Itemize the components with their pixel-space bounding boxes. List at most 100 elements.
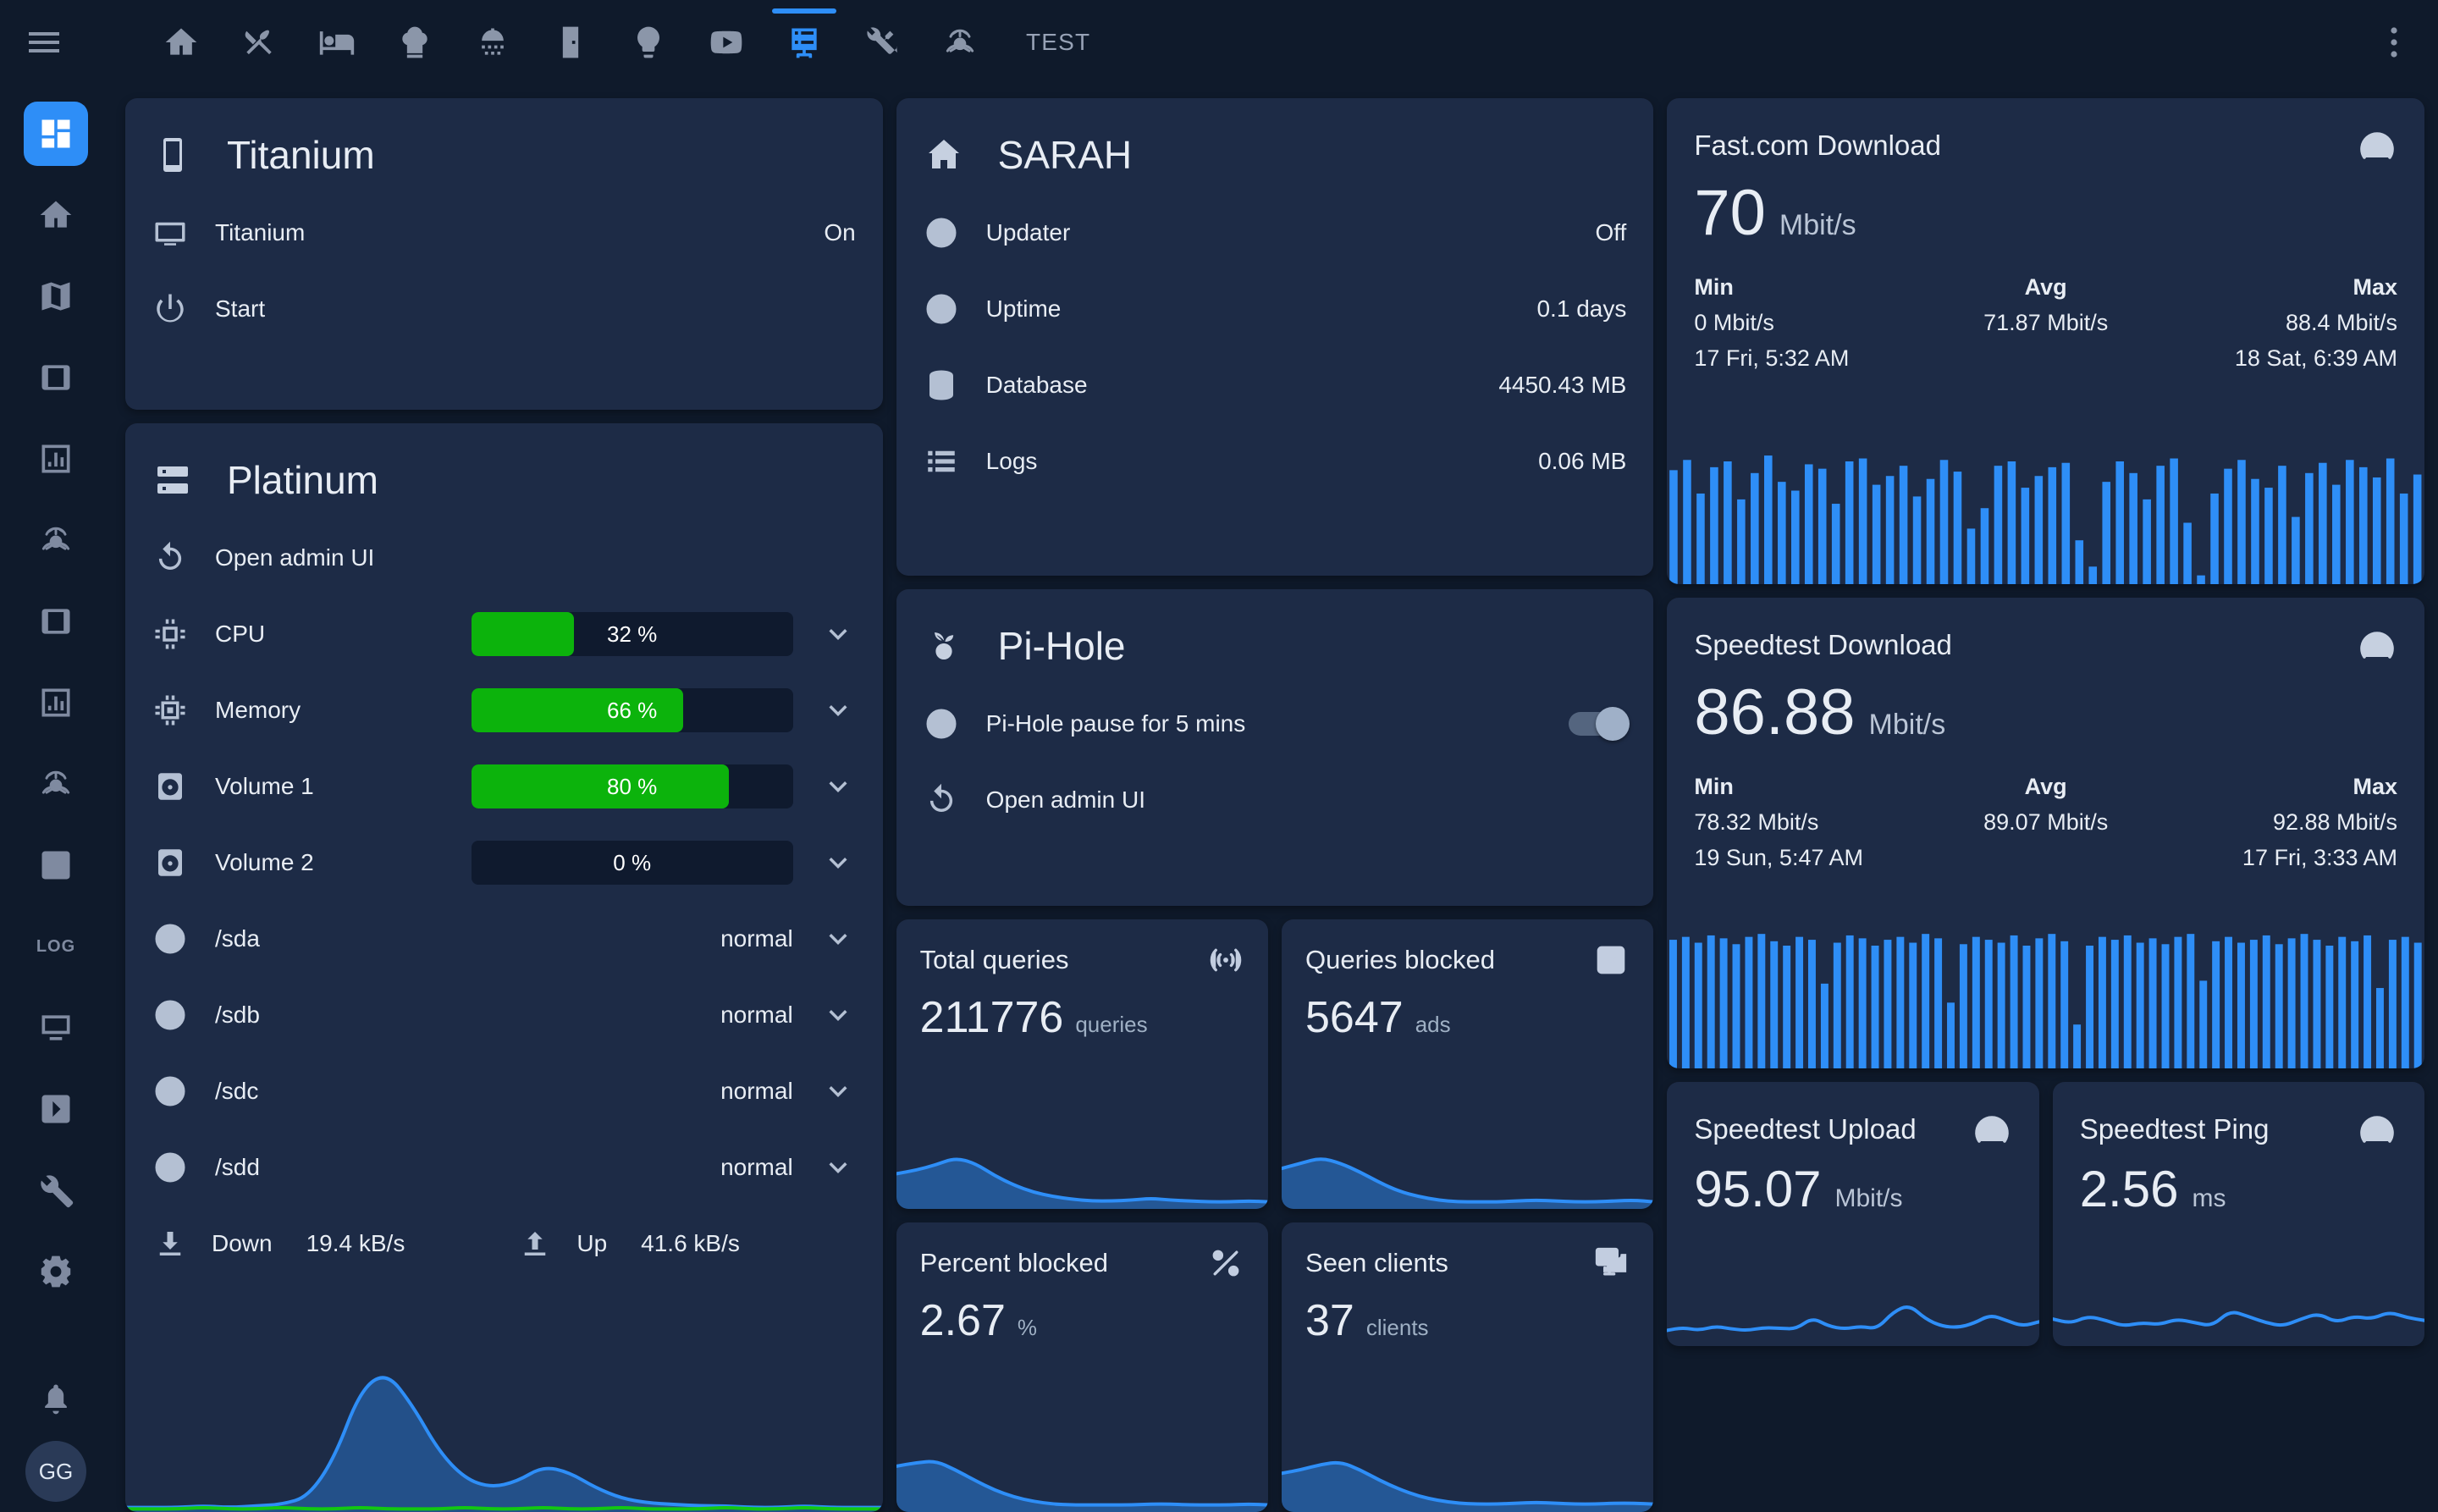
row-disk-sdd[interactable]: /sdd normal [125, 1129, 883, 1206]
sidebar-item-tablet[interactable] [24, 345, 88, 410]
tab-door[interactable] [532, 0, 610, 85]
chevron-down-icon[interactable] [820, 769, 856, 804]
chevron-down-icon[interactable] [820, 845, 856, 880]
sidebar-item-stats-2[interactable] [24, 670, 88, 735]
card-queries-blocked[interactable]: Queries blocked 5647 ads [1282, 919, 1653, 1209]
biohazard-icon [941, 24, 979, 61]
row-label: Updater [986, 219, 1569, 246]
sidebar-item-dashboard[interactable] [24, 102, 88, 166]
chevron-down-icon[interactable] [820, 616, 856, 652]
speed-header: Speedtest Download [1667, 598, 2424, 665]
network-up[interactable]: Up 41.6 kB/s [517, 1226, 855, 1261]
row-disk-sdc[interactable]: /sdc normal [125, 1053, 883, 1129]
sidebar-item-terminal[interactable] [24, 1077, 88, 1141]
tab-cooking[interactable] [376, 0, 454, 85]
stat-header: Percent blocked [896, 1222, 1268, 1282]
row-value: Off [1596, 219, 1627, 246]
menu-icon[interactable] [24, 22, 64, 63]
tab-kitchen[interactable] [220, 0, 298, 85]
sidebar-item-config[interactable] [24, 1158, 88, 1222]
tab-home[interactable] [142, 0, 220, 85]
card-title: Platinum [227, 457, 378, 503]
sidebar-item-tablet-2[interactable] [24, 589, 88, 654]
card-total-queries[interactable]: Total queries 211776 queries [896, 919, 1268, 1209]
row-label: Open admin UI [986, 786, 1627, 814]
tab-test[interactable]: TEST [999, 0, 1117, 85]
tab-bathroom[interactable] [454, 0, 532, 85]
row-value[interactable]: On [824, 219, 855, 246]
tab-media[interactable] [687, 0, 765, 85]
sidebar-item-biohazard-2[interactable] [24, 752, 88, 816]
row-label: /sdc [215, 1078, 693, 1105]
card-seen-clients[interactable]: Seen clients 37 clients [1282, 1222, 1653, 1512]
row-memory[interactable]: Memory 66 % [125, 672, 883, 748]
stat-title: Total queries [920, 945, 1069, 975]
sidebar-item-c[interactable] [24, 833, 88, 897]
row-titanium-switch[interactable]: Titanium On [125, 195, 883, 271]
card-speedtest-download[interactable]: Speedtest Download 86.88 Mbit/s Min 78.3… [1667, 598, 2424, 1068]
row-open-admin-ui[interactable]: Open admin UI [125, 520, 883, 596]
bell-icon[interactable] [37, 1380, 74, 1417]
row-disk-sda[interactable]: /sda normal [125, 901, 883, 977]
card-fastcom-download[interactable]: Fast.com Download 70 Mbit/s Min 0 Mbit/s… [1667, 98, 2424, 584]
tab-tools[interactable] [843, 0, 921, 85]
sidebar-item-settings[interactable] [24, 1239, 88, 1304]
chevron-down-icon[interactable] [820, 921, 856, 957]
card-speedtest-ping[interactable]: Speedtest Ping 2.56 ms [2053, 1082, 2424, 1346]
chevron-down-icon[interactable] [820, 1073, 856, 1109]
card-percent-blocked[interactable]: Percent blocked 2.67 % [896, 1222, 1268, 1512]
stat-unit: queries [1075, 1012, 1147, 1038]
sidebar-item-map[interactable] [24, 264, 88, 328]
tab-lights[interactable] [610, 0, 687, 85]
home-icon [163, 24, 200, 61]
chevron-down-icon[interactable] [820, 693, 856, 728]
tab-biohazard[interactable] [921, 0, 999, 85]
row-start-button[interactable]: Start [125, 271, 883, 347]
sidebar-item-stats[interactable] [24, 427, 88, 491]
dots-vertical-icon[interactable] [2374, 22, 2414, 63]
row-label: Start [215, 295, 856, 323]
network-down[interactable]: Down 19.4 kB/s [152, 1226, 490, 1261]
max-date: 17 Fri, 3:33 AM [2163, 841, 2397, 876]
row-disk-sdb[interactable]: /sdb normal [125, 977, 883, 1053]
row-pihole-pause[interactable]: Pi-Hole pause for 5 mins [896, 686, 1654, 762]
volume2-meter: 0 % [472, 841, 793, 885]
sidebar-item-monitor[interactable] [24, 996, 88, 1060]
row-volume-1[interactable]: Volume 1 80 % [125, 748, 883, 825]
chevron-down-icon[interactable] [820, 997, 856, 1033]
row-logs[interactable]: Logs 0.06 MB [896, 423, 1654, 499]
tablet-icon [37, 359, 74, 396]
row-label: /sdb [215, 1002, 693, 1029]
avatar[interactable]: GG [25, 1441, 86, 1502]
row-cpu[interactable]: CPU 32 % [125, 596, 883, 672]
sidebar-item-log[interactable]: LOG [24, 914, 88, 979]
harddisk-icon [152, 769, 188, 804]
tab-bedroom[interactable] [298, 0, 376, 85]
restart-icon [152, 540, 188, 576]
row-uptime[interactable]: Uptime 0.1 days [896, 271, 1654, 347]
row-label: Open admin UI [215, 544, 856, 571]
sidebar-bottom: GG [25, 1380, 86, 1512]
row-database[interactable]: Database 4450.43 MB [896, 347, 1654, 423]
network-history-chart [125, 1360, 883, 1512]
sidebar-item-home[interactable] [24, 183, 88, 247]
up-value: 41.6 kB/s [641, 1230, 740, 1257]
row-value: normal [720, 925, 793, 952]
stat-number: 211776 [920, 992, 1064, 1043]
sidebar-item-biohazard[interactable] [24, 508, 88, 572]
chevron-down-icon[interactable] [820, 1150, 856, 1185]
speed-value: 86.88 Mbit/s [1667, 665, 2424, 749]
row-updater[interactable]: Updater Off [896, 195, 1654, 271]
total-queries-chart [896, 1121, 1268, 1209]
speed-header: Speedtest Upload [1667, 1082, 2038, 1150]
row-volume-2[interactable]: Volume 2 0 % [125, 825, 883, 901]
pihole-pause-toggle[interactable] [1569, 712, 1626, 736]
row-open-admin-ui[interactable]: Open admin UI [896, 762, 1654, 838]
row-label: /sda [215, 925, 693, 952]
row-value: normal [720, 1078, 793, 1105]
tab-server[interactable] [765, 0, 843, 85]
tools-icon [863, 24, 901, 61]
stats-row-1: Total queries 211776 queries Queries blo… [896, 919, 1654, 1209]
card-speedtest-upload[interactable]: Speedtest Upload 95.07 Mbit/s [1667, 1082, 2038, 1346]
max-block: Max 92.88 Mbit/s 17 Fri, 3:33 AM [2163, 770, 2397, 876]
